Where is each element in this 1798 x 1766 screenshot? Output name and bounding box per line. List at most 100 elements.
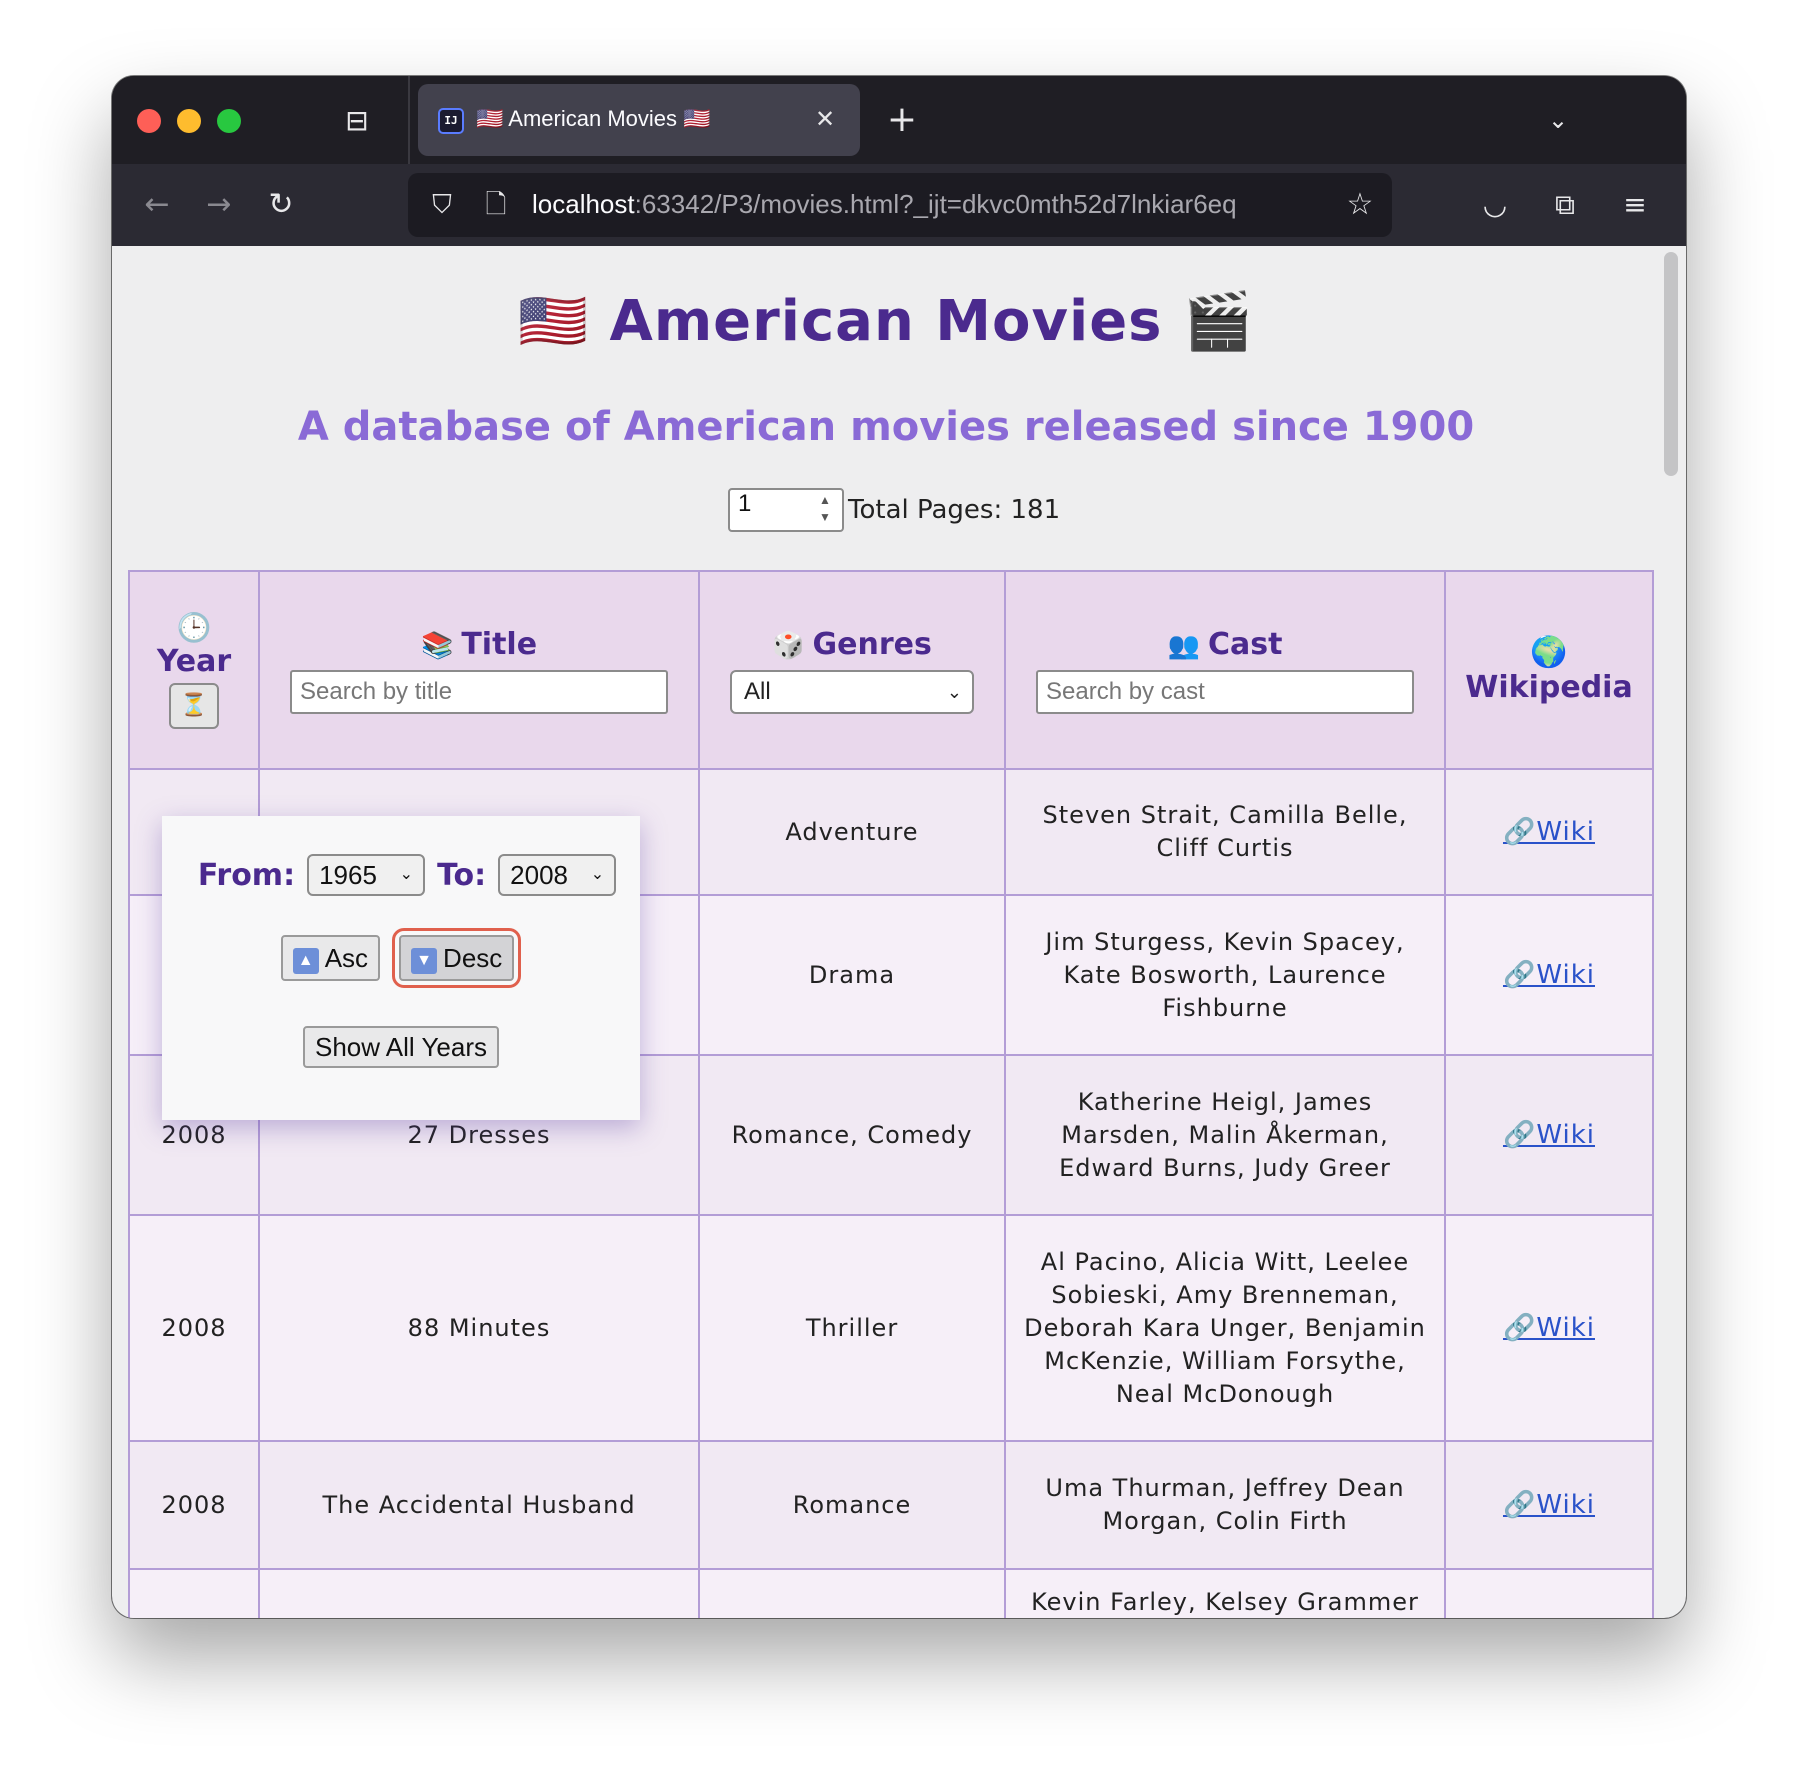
books-icon: 📚 <box>420 630 454 661</box>
wiki-cell: 🔗Wiki <box>1444 894 1654 1056</box>
wikipedia-header: 🌍 Wikipedia <box>1444 570 1654 770</box>
cast-cell: Uma Thurman, Jeffrey Dean Morgan, Colin … <box>1004 1440 1446 1570</box>
wiki-cell: 🔗Wiki <box>1444 1054 1654 1216</box>
show-all-row: Show All Years <box>162 1026 640 1068</box>
bookmark-star-icon[interactable]: ☆ <box>1340 185 1380 225</box>
page-stepper-icon[interactable]: ▲ ▼ <box>814 492 836 528</box>
wiki-link[interactable]: 🔗Wiki <box>1503 1313 1595 1343</box>
table-row: Kevin Farley, Kelsey Grammer <box>128 1568 1654 1618</box>
genres-header-label: Genres <box>812 626 932 662</box>
new-tab-button[interactable]: + <box>882 100 922 140</box>
genres-select[interactable]: All ⌄ <box>730 669 974 714</box>
page-info-icon[interactable]: 🗋 <box>476 185 516 225</box>
reload-button[interactable]: ↻ <box>258 182 304 228</box>
genres-cell <box>698 1568 1006 1618</box>
menu-icon[interactable]: ≡ <box>1612 182 1658 228</box>
genres-cell: Thriller <box>698 1214 1006 1442</box>
chevron-down-icon: ⌄ <box>590 866 605 883</box>
back-button[interactable]: ← <box>134 182 180 228</box>
url-text[interactable]: localhost:63342/P3/movies.html?_ijt=dkvc… <box>532 189 1330 220</box>
tab-list-chevron-icon[interactable]: ⌄ <box>1538 100 1578 140</box>
sort-desc-button[interactable]: ▼ Desc <box>399 935 515 981</box>
url-bar[interactable]: ⛉ 🗋 localhost:63342/P3/movies.html?_ijt=… <box>408 173 1392 237</box>
maximize-window-button[interactable] <box>217 109 241 133</box>
from-label: From: <box>197 857 296 893</box>
tab-overview-icon[interactable]: ⊟ <box>340 104 374 138</box>
sort-row: ▲ Asc ▼ Desc <box>162 928 640 988</box>
genres-cell: Adventure <box>698 768 1006 896</box>
wiki-cell: 🔗Wiki <box>1444 768 1654 896</box>
table-row: 2008 The Accidental Husband Romance Uma … <box>128 1440 1654 1570</box>
from-year-select[interactable]: 1965 ⌄ <box>307 854 426 896</box>
vertical-scrollbar[interactable] <box>1664 252 1678 476</box>
title-cell: The Accidental Husband <box>258 1440 700 1570</box>
tab-american-movies[interactable]: IJ 🇺🇸 American Movies 🇺🇸 ✕ <box>418 84 860 156</box>
globe-icon: 🌍 <box>1530 635 1568 670</box>
genres-header: 🎲 Genres All ⌄ <box>698 570 1006 770</box>
to-label: To: <box>437 857 487 893</box>
wikipedia-header-label: Wikipedia <box>1465 670 1633 705</box>
total-pages-label: Total Pages: 181 <box>848 495 1061 525</box>
page-viewport: 🇺🇸 American Movies 🎬 A database of Ameri… <box>112 246 1686 1618</box>
forward-button[interactable]: → <box>196 182 242 228</box>
title-cell <box>258 1568 700 1618</box>
year-filter-toggle-button[interactable]: ⏳ <box>169 683 219 729</box>
close-window-button[interactable] <box>137 109 161 133</box>
minimize-window-button[interactable] <box>177 109 201 133</box>
shield-icon[interactable]: ⛉ <box>422 185 462 225</box>
desc-focus-ring: ▼ Desc <box>392 928 522 988</box>
pager: 1 ▲ ▼ Total Pages: 181 <box>728 488 1060 532</box>
genres-cell: Romance, Comedy <box>698 1054 1006 1216</box>
year-range-row: From: 1965 ⌄ To: 2008 ⌄ <box>162 854 640 896</box>
chevron-down-icon: ⌄ <box>399 866 414 883</box>
cast-cell: Steven Strait, Camilla Belle, Cliff Curt… <box>1004 768 1446 896</box>
title-header-label: Title <box>461 626 538 662</box>
pocket-icon[interactable]: ◡ <box>1472 182 1518 228</box>
wiki-link[interactable]: 🔗Wiki <box>1503 817 1595 847</box>
tab-favicon-icon: IJ <box>438 108 464 134</box>
wiki-cell: 🔗Wiki <box>1444 1214 1654 1442</box>
extensions-icon[interactable]: ⧉ <box>1542 182 1588 228</box>
year-header-label: Year <box>156 644 232 679</box>
tab-strip: ⊟ IJ 🇺🇸 American Movies 🇺🇸 ✕ + ⌄ <box>112 76 1686 164</box>
show-all-years-button[interactable]: Show All Years <box>302 1026 499 1068</box>
year-filter-popup: From: 1965 ⌄ To: 2008 ⌄ ▲ Asc ▼ Desc Show Al… <box>162 816 640 1120</box>
arrow-down-icon: ▼ <box>411 948 438 974</box>
tab-title: 🇺🇸 American Movies 🇺🇸 <box>476 106 711 131</box>
clock-icon: 🕒 <box>176 611 212 644</box>
year-header: 🕒 Year ⏳ <box>128 570 260 770</box>
arrow-up-icon: ▲ <box>292 948 319 974</box>
cast-search-input[interactable] <box>1036 669 1414 714</box>
sort-asc-button[interactable]: ▲ Asc <box>280 935 381 981</box>
wiki-cell <box>1444 1568 1654 1618</box>
chevron-down-icon: ⌄ <box>946 681 962 702</box>
page-subtitle: A database of American movies released s… <box>297 404 1475 450</box>
wiki-cell: 🔗Wiki <box>1444 1440 1654 1570</box>
browser-window: ⊟ IJ 🇺🇸 American Movies 🇺🇸 ✕ + ⌄ ← → ↻ ⛉… <box>112 76 1686 1618</box>
year-cell <box>128 1568 260 1618</box>
to-year-select[interactable]: 2008 ⌄ <box>498 854 617 896</box>
cast-header: 👥 Cast <box>1004 570 1446 770</box>
genres-cell: Drama <box>698 894 1006 1056</box>
tab-divider <box>408 76 410 164</box>
table-row: 2008 88 Minutes Thriller Al Pacino, Alic… <box>128 1214 1654 1442</box>
tab-close-icon[interactable]: ✕ <box>808 102 842 136</box>
cast-cell: Jim Sturgess, Kevin Spacey, Kate Boswort… <box>1004 894 1446 1056</box>
wiki-link[interactable]: 🔗Wiki <box>1503 960 1595 990</box>
title-search-input[interactable] <box>290 669 668 714</box>
people-icon: 👥 <box>1167 630 1200 661</box>
title-header: 📚 Title <box>258 570 700 770</box>
year-cell: 2008 <box>128 1214 260 1442</box>
wiki-link[interactable]: 🔗Wiki <box>1503 1120 1595 1150</box>
page-number-input[interactable]: 1 ▲ ▼ <box>728 488 844 532</box>
page-title: 🇺🇸 American Movies 🎬 <box>518 289 1254 354</box>
wiki-link[interactable]: 🔗Wiki <box>1503 1490 1595 1520</box>
title-cell: 88 Minutes <box>258 1214 700 1442</box>
cast-cell: Katherine Heigl, James Marsden, Malin Åk… <box>1004 1054 1446 1216</box>
dice-icon: 🎲 <box>772 630 805 661</box>
cast-cell: Kevin Farley, Kelsey Grammer <box>1004 1568 1446 1618</box>
cast-cell: Al Pacino, Alicia Witt, Leelee Sobieski,… <box>1004 1214 1446 1442</box>
year-cell: 2008 <box>128 1440 260 1570</box>
cast-header-label: Cast <box>1207 626 1283 662</box>
genres-cell: Romance <box>698 1440 1006 1570</box>
